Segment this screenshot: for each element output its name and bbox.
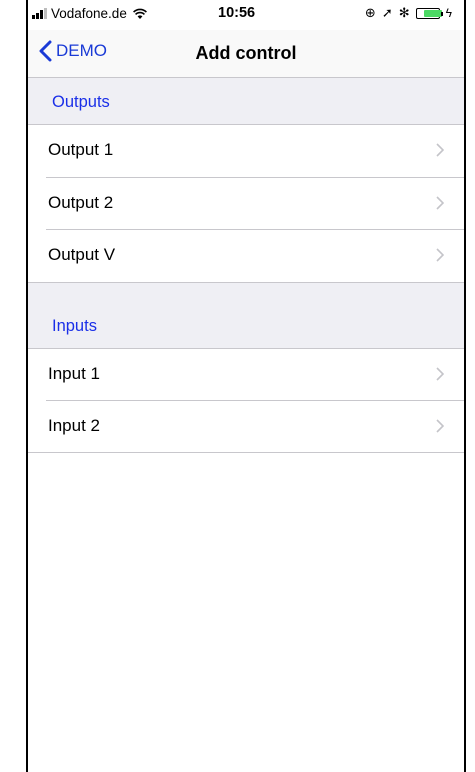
wifi-icon xyxy=(132,8,147,19)
section-header-label: Inputs xyxy=(52,317,97,335)
chevron-right-icon xyxy=(436,248,444,262)
section-header-outputs: Outputs xyxy=(28,78,464,124)
section-header-inputs: Inputs xyxy=(28,283,464,348)
list-item-output-1[interactable]: Output 1 xyxy=(28,125,464,177)
battery-icon xyxy=(415,7,443,19)
status-time: 10:56 xyxy=(218,5,256,21)
list-item-input-1[interactable]: Input 1 xyxy=(28,349,464,401)
chevron-right-icon xyxy=(436,143,444,157)
orientation-lock-icon: ⊕ xyxy=(364,5,376,20)
list-item-output-2[interactable]: Output 2 xyxy=(28,178,464,230)
carrier-label: Vodafone.de xyxy=(51,6,127,21)
location-icon: ➚ xyxy=(381,5,393,20)
status-left: Vodafone.de xyxy=(32,6,147,21)
list-item-label: Input 1 xyxy=(48,364,100,383)
list-item-label: Output 2 xyxy=(48,193,114,212)
navigation-bar: DEMO Add control xyxy=(28,30,464,78)
phone-frame: Vodafone.de 10:56 ⊕ ➚ ✻ ϟ DEMO Add contr… xyxy=(26,0,466,772)
empty-content-area xyxy=(28,453,464,772)
bluetooth-icon: ✻ xyxy=(398,5,410,20)
status-right: ⊕ ➚ ✻ ϟ xyxy=(359,5,452,21)
status-bar: Vodafone.de 10:56 ⊕ ➚ ✻ ϟ xyxy=(28,0,464,30)
signal-icon xyxy=(32,8,48,19)
section-header-label: Outputs xyxy=(52,93,110,111)
list-item-label: Input 2 xyxy=(48,416,100,435)
list-item-input-2[interactable]: Input 2 xyxy=(28,401,464,453)
chevron-right-icon xyxy=(436,367,444,381)
list-item-label: Output 1 xyxy=(48,140,114,159)
chevron-right-icon xyxy=(436,419,444,433)
list-item-output-v[interactable]: Output V xyxy=(28,230,464,282)
charging-icon: ϟ xyxy=(445,6,452,20)
screen: Vodafone.de 10:56 ⊕ ➚ ✻ ϟ DEMO Add contr… xyxy=(0,0,475,772)
list-item-label: Output V xyxy=(48,245,116,264)
chevron-right-icon xyxy=(436,196,444,210)
page-title: Add control xyxy=(195,43,297,63)
